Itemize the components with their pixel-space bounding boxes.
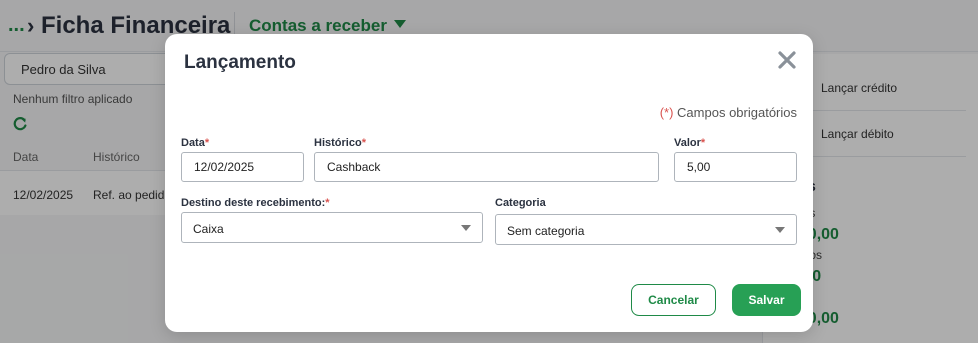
- destination-required-mark: *: [325, 197, 330, 209]
- cancel-button[interactable]: Cancelar: [631, 284, 716, 316]
- save-button[interactable]: Salvar: [732, 284, 801, 316]
- destination-label: Destino deste recebimento:*: [181, 197, 330, 209]
- category-select-value: Sem categoria: [507, 224, 585, 238]
- date-required-mark: *: [204, 137, 210, 149]
- dropdown-arrow-icon: [775, 227, 785, 233]
- history-required-mark: *: [361, 137, 366, 149]
- category-label: Categoria: [495, 197, 546, 209]
- date-label-text: Data: [181, 137, 205, 149]
- history-field[interactable]: [314, 152, 659, 182]
- category-select[interactable]: Sem categoria: [495, 214, 797, 245]
- history-label: Histórico*: [314, 137, 366, 149]
- dropdown-arrow-icon: [461, 225, 471, 231]
- launch-modal: Lançamento (*) Campos obrigatórios Data*…: [165, 34, 813, 332]
- value-field[interactable]: [674, 152, 797, 182]
- close-icon[interactable]: [776, 49, 798, 71]
- date-field[interactable]: [181, 152, 304, 182]
- required-note-mark: (*): [659, 105, 674, 120]
- date-label: Data*: [181, 137, 209, 149]
- value-required-mark: *: [700, 137, 706, 149]
- history-label-text: Histórico: [314, 137, 362, 149]
- required-note-text: Campos obrigatórios: [677, 105, 797, 120]
- destination-select-value: Caixa: [193, 222, 224, 236]
- destination-select[interactable]: Caixa: [181, 212, 483, 243]
- value-label: Valor*: [674, 137, 705, 149]
- required-fields-note: (*) Campos obrigatórios: [660, 105, 797, 120]
- modal-title: Lançamento: [184, 52, 296, 73]
- destination-label-text: Destino deste recebimento:: [181, 197, 326, 209]
- value-label-text: Valor: [674, 137, 701, 149]
